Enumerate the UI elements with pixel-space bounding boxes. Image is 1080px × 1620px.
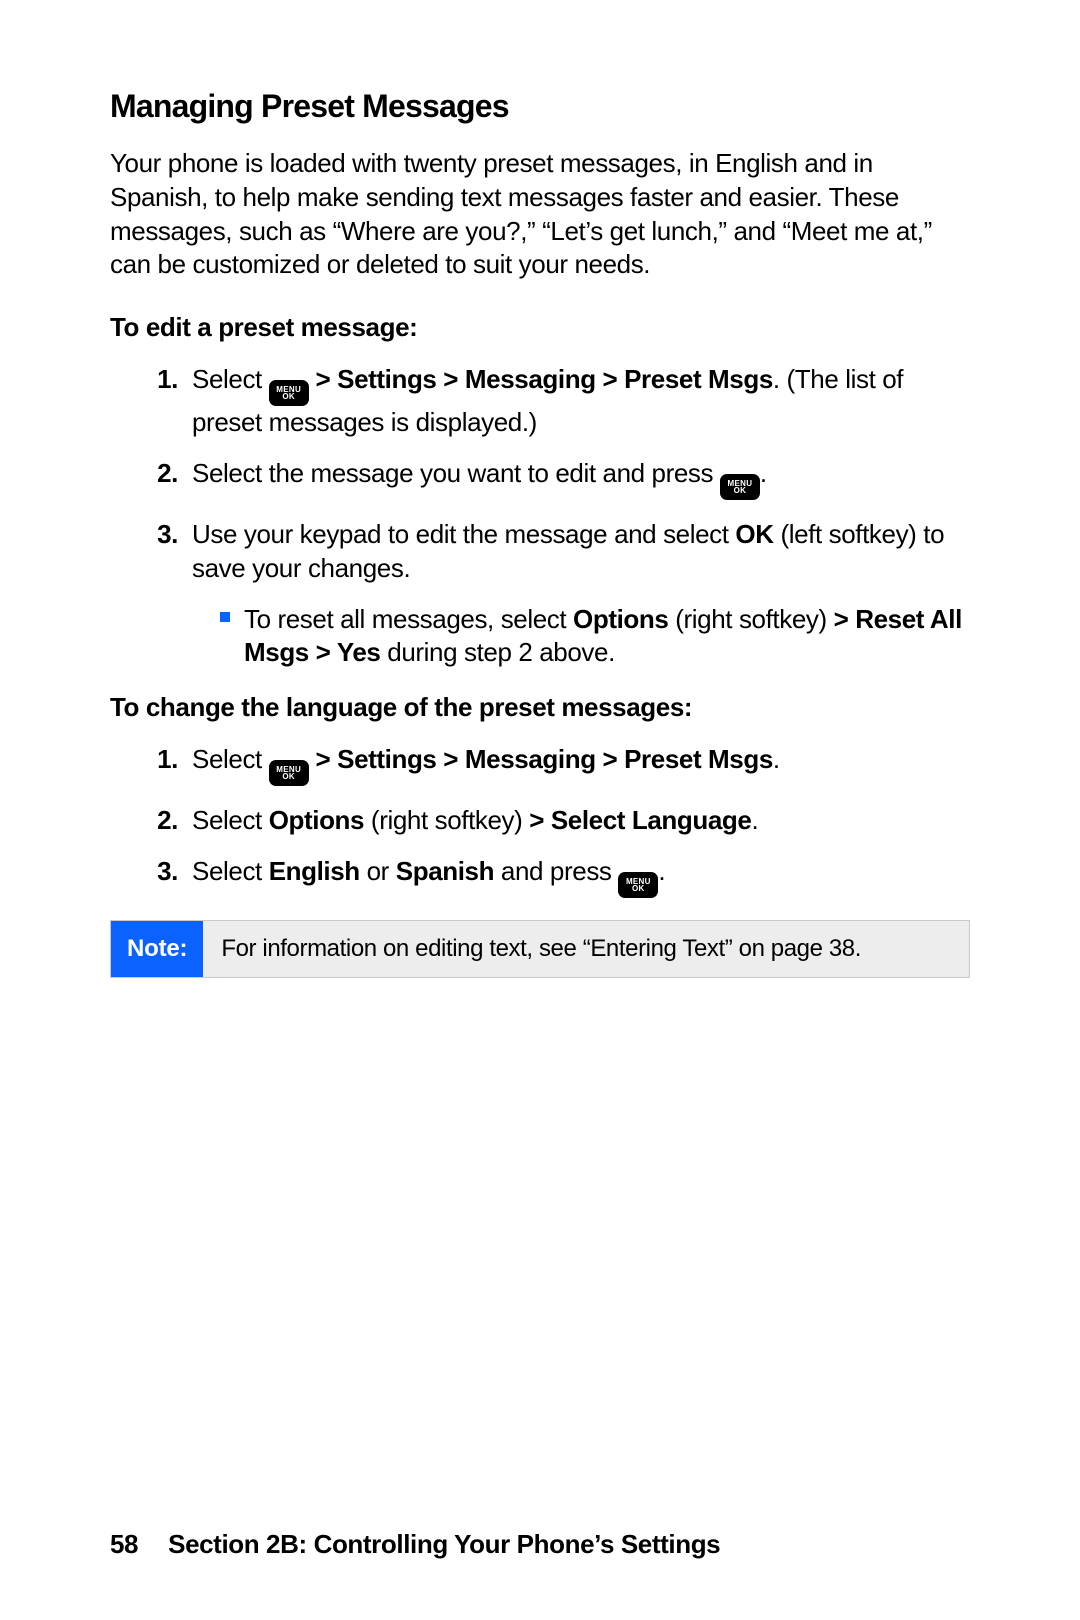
- text: To reset all messages, select: [244, 604, 573, 634]
- note-label: Note:: [111, 921, 203, 977]
- step-body: Select Options (right softkey) > Select …: [192, 804, 970, 837]
- page-number: 58: [110, 1529, 138, 1560]
- edit-sub-bullet: To reset all messages, select Options (r…: [220, 603, 970, 670]
- text: and press: [494, 856, 618, 886]
- edit-subhead: To edit a preset message:: [110, 312, 970, 343]
- step-body: Select MENU OK > Settings > Messaging > …: [192, 743, 970, 786]
- text: Select: [192, 805, 269, 835]
- step-body: Select the message you want to edit and …: [192, 457, 970, 500]
- text: .: [773, 744, 780, 774]
- step-number: 1.: [154, 743, 178, 786]
- text: .: [760, 458, 767, 488]
- nav-path: > Settings > Messaging > Preset Msgs: [316, 364, 773, 394]
- nav-path: > Settings > Messaging > Preset Msgs: [316, 744, 773, 774]
- menu-ok-key-icon: MENU OK: [720, 474, 760, 500]
- note-body: For information on editing text, see “En…: [203, 921, 969, 977]
- text: Use your keypad to edit the message and …: [192, 519, 735, 549]
- text: during step 2 above.: [380, 637, 614, 667]
- softkey-label: Options: [573, 604, 668, 634]
- nav-path: > Select Language: [529, 805, 751, 835]
- step-body: Use your keypad to edit the message and …: [192, 518, 970, 585]
- text: Select the message you want to edit and …: [192, 458, 720, 488]
- text: (right softkey): [364, 805, 529, 835]
- softkey-label: Options: [269, 805, 364, 835]
- text: or: [360, 856, 396, 886]
- step-number: 2.: [154, 457, 178, 500]
- intro-paragraph: Your phone is loaded with twenty preset …: [110, 147, 970, 282]
- text: Select: [192, 744, 269, 774]
- step-number: 1.: [154, 363, 178, 439]
- option-english: English: [269, 856, 360, 886]
- menu-ok-key-icon: MENU OK: [618, 872, 658, 898]
- page-title: Managing Preset Messages: [110, 88, 970, 125]
- lang-subhead: To change the language of the preset mes…: [110, 692, 970, 723]
- text: .: [658, 856, 665, 886]
- lang-step-2: 2. Select Options (right softkey) > Sele…: [154, 804, 970, 837]
- step-number: 3.: [154, 855, 178, 898]
- bullet-body: To reset all messages, select Options (r…: [244, 603, 970, 670]
- lang-step-3: 3. Select English or Spanish and press M…: [154, 855, 970, 898]
- step-number: 2.: [154, 804, 178, 837]
- menu-ok-key-icon: MENU OK: [269, 760, 309, 786]
- text: .: [751, 805, 758, 835]
- key-label-bottom: OK: [282, 773, 295, 781]
- manual-page: Managing Preset Messages Your phone is l…: [0, 0, 1080, 1620]
- softkey-label: OK: [735, 519, 773, 549]
- step-body: Select MENU OK > Settings > Messaging > …: [192, 363, 970, 439]
- step-body: Select English or Spanish and press MENU…: [192, 855, 970, 898]
- lang-step-1: 1. Select MENU OK > Settings > Messaging…: [154, 743, 970, 786]
- text: (right softkey): [668, 604, 833, 634]
- edit-step-2: 2. Select the message you want to edit a…: [154, 457, 970, 500]
- edit-step-1: 1. Select MENU OK > Settings > Messaging…: [154, 363, 970, 439]
- note-callout: Note: For information on editing text, s…: [110, 920, 970, 978]
- option-spanish: Spanish: [396, 856, 494, 886]
- edit-step-3: 3. Use your keypad to edit the message a…: [154, 518, 970, 585]
- key-label-bottom: OK: [632, 885, 645, 893]
- key-label-bottom: OK: [282, 393, 295, 401]
- text: Select: [192, 856, 269, 886]
- bullet-icon: [220, 612, 230, 622]
- text: Select: [192, 364, 269, 394]
- key-label-bottom: OK: [734, 487, 747, 495]
- step-number: 3.: [154, 518, 178, 585]
- page-footer: 58 Section 2B: Controlling Your Phone’s …: [110, 1529, 720, 1560]
- menu-ok-key-icon: MENU OK: [269, 380, 309, 406]
- section-title: Section 2B: Controlling Your Phone’s Set…: [168, 1529, 720, 1560]
